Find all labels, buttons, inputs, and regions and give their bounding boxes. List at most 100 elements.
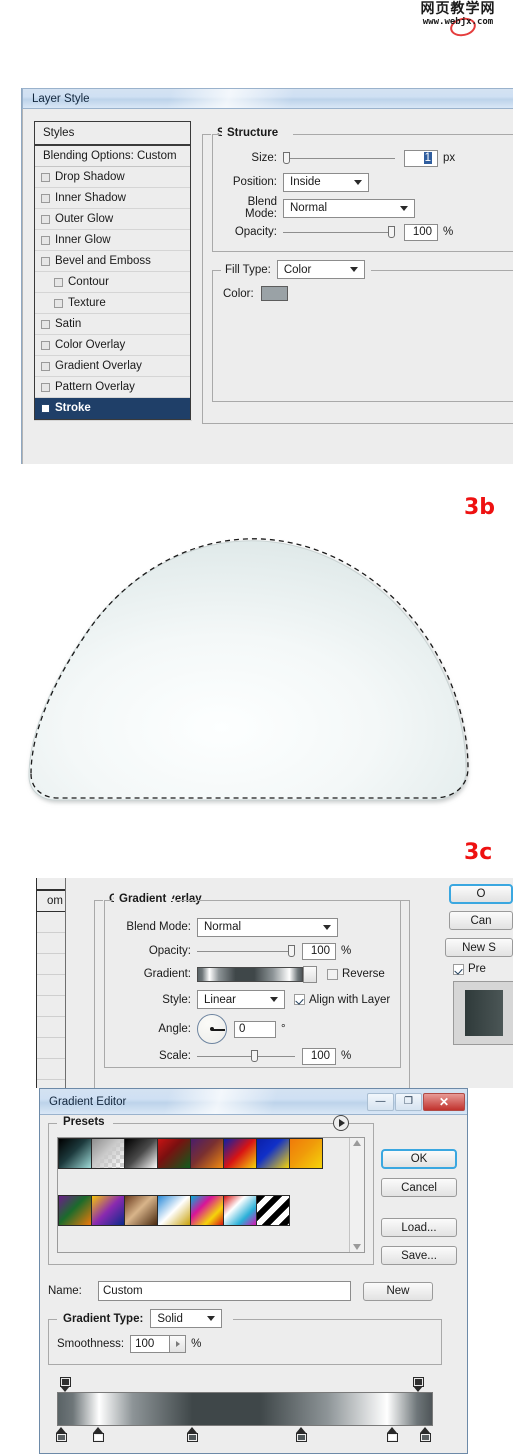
color-stop[interactable] [296, 1427, 308, 1442]
strip-row[interactable] [37, 954, 65, 975]
size-slider[interactable] [283, 151, 395, 165]
align-with-layer-checkbox[interactable] [294, 994, 305, 1005]
smoothness-stepper[interactable] [170, 1335, 187, 1353]
preset-swatch[interactable] [190, 1138, 224, 1169]
strip-row[interactable] [37, 996, 65, 1017]
effect-row-color-overlay[interactable]: Color Overlay [35, 335, 190, 356]
effect-row-satin[interactable]: Satin [35, 314, 190, 335]
effect-checkbox[interactable] [41, 256, 50, 266]
go-scale-slider[interactable] [197, 1049, 295, 1063]
go-opacity-knob[interactable] [288, 945, 295, 957]
effect-row-contour[interactable]: Contour [35, 272, 190, 293]
new-style-button-cropped[interactable]: New S [445, 938, 513, 957]
close-icon[interactable]: ✕ [423, 1092, 465, 1111]
go-opacity-input[interactable]: 100 [302, 942, 336, 960]
minimize-icon[interactable]: — [367, 1092, 394, 1111]
styles-header[interactable]: Styles [35, 122, 190, 146]
preset-swatch[interactable] [91, 1195, 125, 1226]
go-style-select[interactable]: Linear [197, 990, 285, 1009]
angle-dial[interactable] [197, 1014, 227, 1044]
fill-type-select[interactable]: Color [276, 260, 365, 279]
reverse-checkbox[interactable] [327, 968, 338, 980]
preset-swatch[interactable] [190, 1195, 224, 1226]
effect-checkbox[interactable] [41, 214, 50, 224]
presets-scrollbar[interactable] [349, 1138, 364, 1252]
strip-row[interactable] [37, 975, 65, 996]
strip-row[interactable] [37, 1038, 65, 1059]
blend-mode-select[interactable]: Normal [283, 198, 415, 218]
preset-swatch[interactable] [91, 1138, 125, 1169]
presets-menu-icon[interactable] [333, 1115, 349, 1131]
size-input[interactable]: 1 [404, 149, 438, 167]
color-stop[interactable] [93, 1427, 105, 1442]
effect-checkbox[interactable] [41, 340, 50, 350]
save-button[interactable]: Save... [381, 1246, 457, 1265]
color-stop[interactable] [386, 1427, 398, 1442]
effect-checkbox[interactable] [41, 319, 50, 329]
strip-row[interactable] [37, 1017, 65, 1038]
effect-row-gradient-overlay[interactable]: Gradient Overlay [35, 356, 190, 377]
maximize-icon[interactable]: ❐ [395, 1092, 422, 1111]
preview-checkbox[interactable] [453, 963, 464, 975]
effect-row-bevel-and-emboss[interactable]: Bevel and Emboss [35, 251, 190, 272]
effect-checkbox[interactable] [41, 361, 50, 371]
effect-checkbox[interactable] [54, 298, 63, 308]
effect-row-outer-glow[interactable]: Outer Glow [35, 209, 190, 230]
preset-swatch[interactable] [256, 1195, 290, 1226]
strip-row[interactable] [37, 933, 65, 954]
go-opacity-slider[interactable] [197, 944, 295, 958]
effect-checkbox[interactable] [41, 382, 50, 392]
load-button[interactable]: Load... [381, 1218, 457, 1237]
gradient-bar[interactable] [57, 1392, 433, 1426]
effect-row-inner-shadow[interactable]: Inner Shadow [35, 188, 190, 209]
color-stop[interactable] [187, 1427, 199, 1442]
opacity-slider[interactable] [283, 225, 395, 239]
gradient-preview-swatch[interactable] [197, 966, 303, 982]
preset-swatch[interactable] [256, 1138, 290, 1169]
scroll-down-icon[interactable] [353, 1244, 361, 1250]
gradient-dropdown-button[interactable] [303, 965, 317, 983]
preset-swatch[interactable] [223, 1138, 257, 1169]
preset-swatch[interactable] [58, 1138, 92, 1169]
effect-row-pattern-overlay[interactable]: Pattern Overlay [35, 377, 190, 398]
smoothness-input[interactable]: 100 [130, 1335, 171, 1353]
effect-checkbox[interactable] [41, 193, 50, 203]
preset-swatch[interactable] [223, 1195, 257, 1226]
new-gradient-button[interactable]: New [363, 1281, 433, 1301]
effect-checkbox[interactable] [54, 277, 63, 287]
cancel-button-cropped[interactable]: Can [449, 911, 513, 930]
blending-options-row[interactable]: Blending Options: Custom [35, 146, 190, 167]
go-scale-knob[interactable] [251, 1050, 258, 1062]
effect-checkbox[interactable] [41, 235, 50, 245]
strip-row[interactable] [37, 912, 65, 933]
strip-row[interactable] [37, 1059, 65, 1080]
effect-row-drop-shadow[interactable]: Drop Shadow [35, 167, 190, 188]
effect-row-inner-glow[interactable]: Inner Glow [35, 230, 190, 251]
color-stop[interactable] [55, 1427, 67, 1442]
preset-swatch[interactable] [58, 1195, 92, 1226]
effect-row-stroke[interactable]: Stroke [35, 398, 190, 419]
scroll-up-icon[interactable] [353, 1140, 361, 1146]
effect-checkbox[interactable] [41, 403, 50, 413]
preset-swatch[interactable] [124, 1138, 158, 1169]
preset-swatch[interactable] [289, 1138, 323, 1169]
position-select[interactable]: Inside [283, 172, 369, 192]
cancel-button[interactable]: Cancel [381, 1178, 457, 1197]
opacity-stop[interactable] [59, 1377, 71, 1392]
go-blend-mode-select[interactable]: Normal [197, 917, 338, 937]
preset-swatch[interactable] [124, 1195, 158, 1226]
gradient-type-select[interactable]: Solid [150, 1309, 223, 1328]
go-scale-input[interactable]: 100 [302, 1047, 336, 1065]
color-stop[interactable] [420, 1427, 432, 1442]
effect-row-texture[interactable]: Texture [35, 293, 190, 314]
effect-checkbox[interactable] [41, 172, 50, 182]
angle-input[interactable]: 0 [234, 1020, 276, 1038]
opacity-input[interactable]: 100 [404, 223, 438, 241]
stroke-color-swatch[interactable] [260, 286, 288, 301]
ok-button[interactable]: OK [381, 1149, 457, 1169]
ok-button-cropped[interactable]: O [449, 884, 513, 904]
preset-swatch[interactable] [157, 1195, 191, 1226]
size-slider-knob[interactable] [283, 152, 290, 164]
opacity-slider-knob[interactable] [388, 226, 395, 238]
gradient-name-input[interactable]: Custom [98, 1281, 351, 1301]
